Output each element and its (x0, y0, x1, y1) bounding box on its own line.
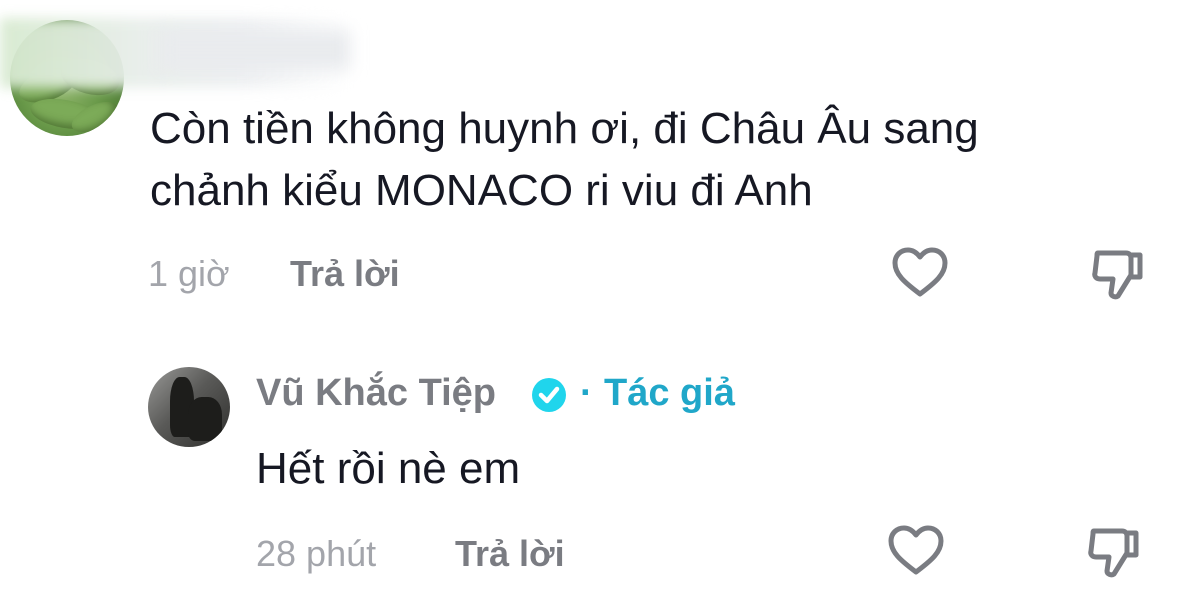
author-name[interactable]: Vũ Khắc Tiệp (256, 372, 496, 415)
verified-badge-icon (530, 376, 568, 414)
comment-time: 1 giờ (148, 253, 230, 294)
comment-text-line-1: Còn tiền không huynh ơi, đi Châu Âu sang (150, 104, 979, 153)
avatar[interactable] (148, 367, 230, 447)
thumbs-down-outline-icon[interactable] (1088, 243, 1148, 303)
heart-outline-icon[interactable] (886, 521, 946, 581)
separator-dot: · (580, 372, 593, 414)
reply-button[interactable]: Trả lời (290, 253, 400, 295)
comment-text-line-2: chảnh kiểu MONACO ri viu đi Anh (150, 166, 813, 215)
heart-outline-icon[interactable] (890, 243, 950, 303)
reply-button[interactable]: Trả lời (455, 533, 565, 575)
comment-text: Hết rồi nè em (256, 444, 521, 493)
author-badge: Tác giả (604, 372, 735, 414)
comment-time: 28 phút (256, 533, 377, 574)
thumbs-down-outline-icon[interactable] (1084, 521, 1144, 581)
blurred-username-overlay (160, 30, 350, 70)
